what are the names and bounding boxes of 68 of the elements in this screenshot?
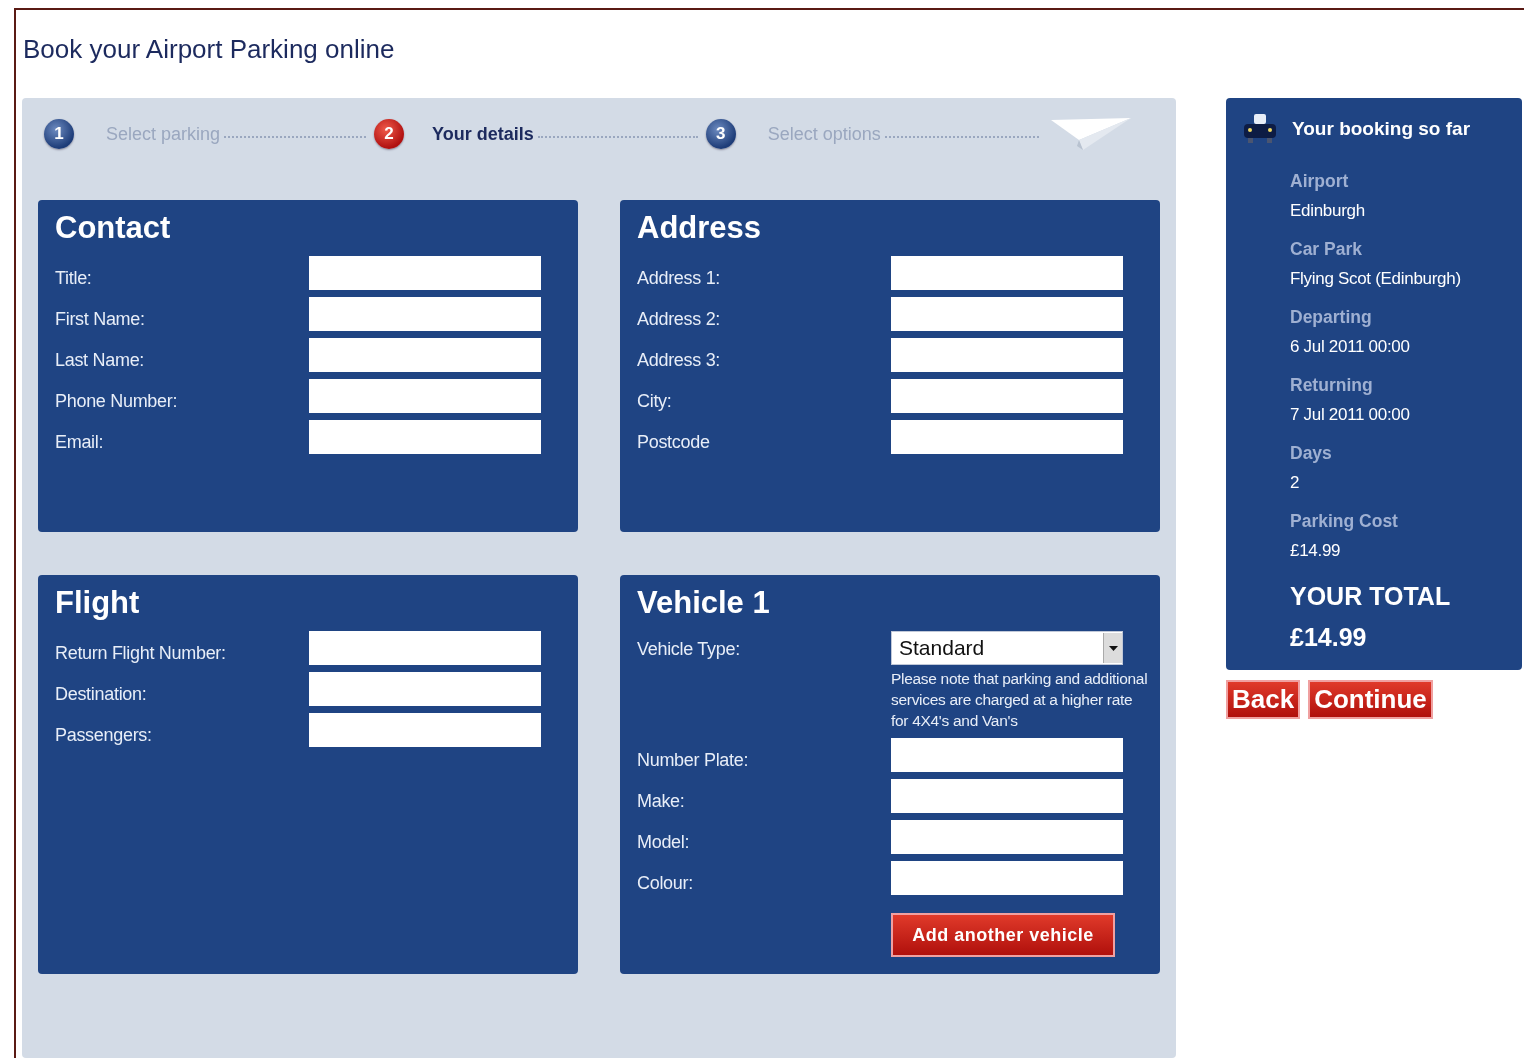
field-label: Vehicle Type: [637, 639, 741, 660]
field-label: Return Flight Number: [55, 643, 227, 664]
input-field[interactable] [309, 631, 541, 665]
card-title: Contact [55, 210, 171, 246]
step-label: Select options [767, 123, 881, 145]
caret-icon [1108, 645, 1118, 651]
step-number: 2 [374, 119, 405, 149]
summary-label: Departing [1290, 306, 1373, 328]
input-field[interactable] [891, 256, 1123, 290]
field-label: Postcode [637, 432, 711, 453]
field-label: Address 1: [637, 268, 722, 289]
step-label: Select parking [106, 123, 221, 145]
input-field[interactable] [309, 338, 541, 372]
total-label: YOUR TOTAL [1290, 582, 1452, 611]
step-number: 1 [44, 119, 74, 149]
summary-label: Car Park [1290, 238, 1363, 260]
field-label: Number Plate: [637, 750, 750, 771]
car-icon [1242, 112, 1278, 146]
input-field[interactable] [309, 297, 541, 331]
input-field[interactable] [891, 861, 1123, 895]
field-label: Title: [55, 268, 93, 289]
page-title: Book your Airport Parking online [23, 34, 395, 66]
field-label: Last Name: [55, 350, 146, 371]
note-text: Please note that parking and additional services are charged at a higher rate for 4X4's and Van's [891, 669, 1149, 731]
field-label: Email: [55, 432, 105, 453]
summary-value: 6 Jul 2011 00:00 [1290, 336, 1411, 358]
summary-label: Airport [1290, 170, 1350, 192]
field-label: Make: [637, 791, 686, 812]
input-field[interactable] [309, 256, 541, 290]
card-title: Vehicle 1 [637, 585, 770, 621]
summary-value: 7 Jul 2011 00:00 [1290, 404, 1411, 426]
summary-label: Returning [1290, 374, 1374, 396]
input-field[interactable] [309, 672, 541, 706]
summary-value: Flying Scot (Edinburgh) [1290, 268, 1462, 290]
input-field[interactable] [891, 297, 1123, 331]
summary-value: 2 [1290, 472, 1301, 494]
input-field[interactable] [891, 820, 1123, 854]
input-field[interactable] [309, 420, 541, 454]
summary-value: £14.99 [1290, 540, 1342, 562]
summary-title: Your booking so far [1292, 118, 1471, 140]
field-label: Address 2: [637, 309, 722, 330]
field-label: Passengers: [55, 725, 153, 746]
field-label: Colour: [637, 873, 694, 894]
input-field[interactable] [891, 420, 1123, 454]
field-label: Destination: [55, 684, 148, 705]
step-label: Your details [432, 123, 534, 145]
step-number: 3 [705, 119, 736, 149]
input-field[interactable] [891, 779, 1123, 813]
input-field[interactable] [891, 379, 1123, 413]
field-label: Phone Number: [55, 391, 179, 412]
input-field[interactable] [309, 379, 541, 413]
add-vehicle-button[interactable]: Add another vehicle [891, 913, 1115, 957]
field-label: City: [637, 391, 673, 412]
back-button[interactable]: Back [1226, 680, 1301, 719]
field-label: Model: [637, 832, 691, 853]
summary-label: Days [1290, 442, 1333, 464]
card-title: Address [637, 210, 762, 246]
total-value: £14.99 [1290, 623, 1368, 652]
input-field[interactable] [891, 738, 1123, 772]
dropdown[interactable]: Standard [891, 631, 1123, 665]
input-field[interactable] [891, 338, 1123, 372]
field-label: First Name: [55, 309, 146, 330]
summary-value: Edinburgh [1290, 200, 1366, 222]
continue-button[interactable]: Continue [1308, 680, 1433, 719]
input-field[interactable] [309, 713, 541, 747]
field-label: Address 3: [637, 350, 722, 371]
card-title: Flight [55, 585, 140, 621]
summary-label: Parking Cost [1290, 510, 1399, 532]
